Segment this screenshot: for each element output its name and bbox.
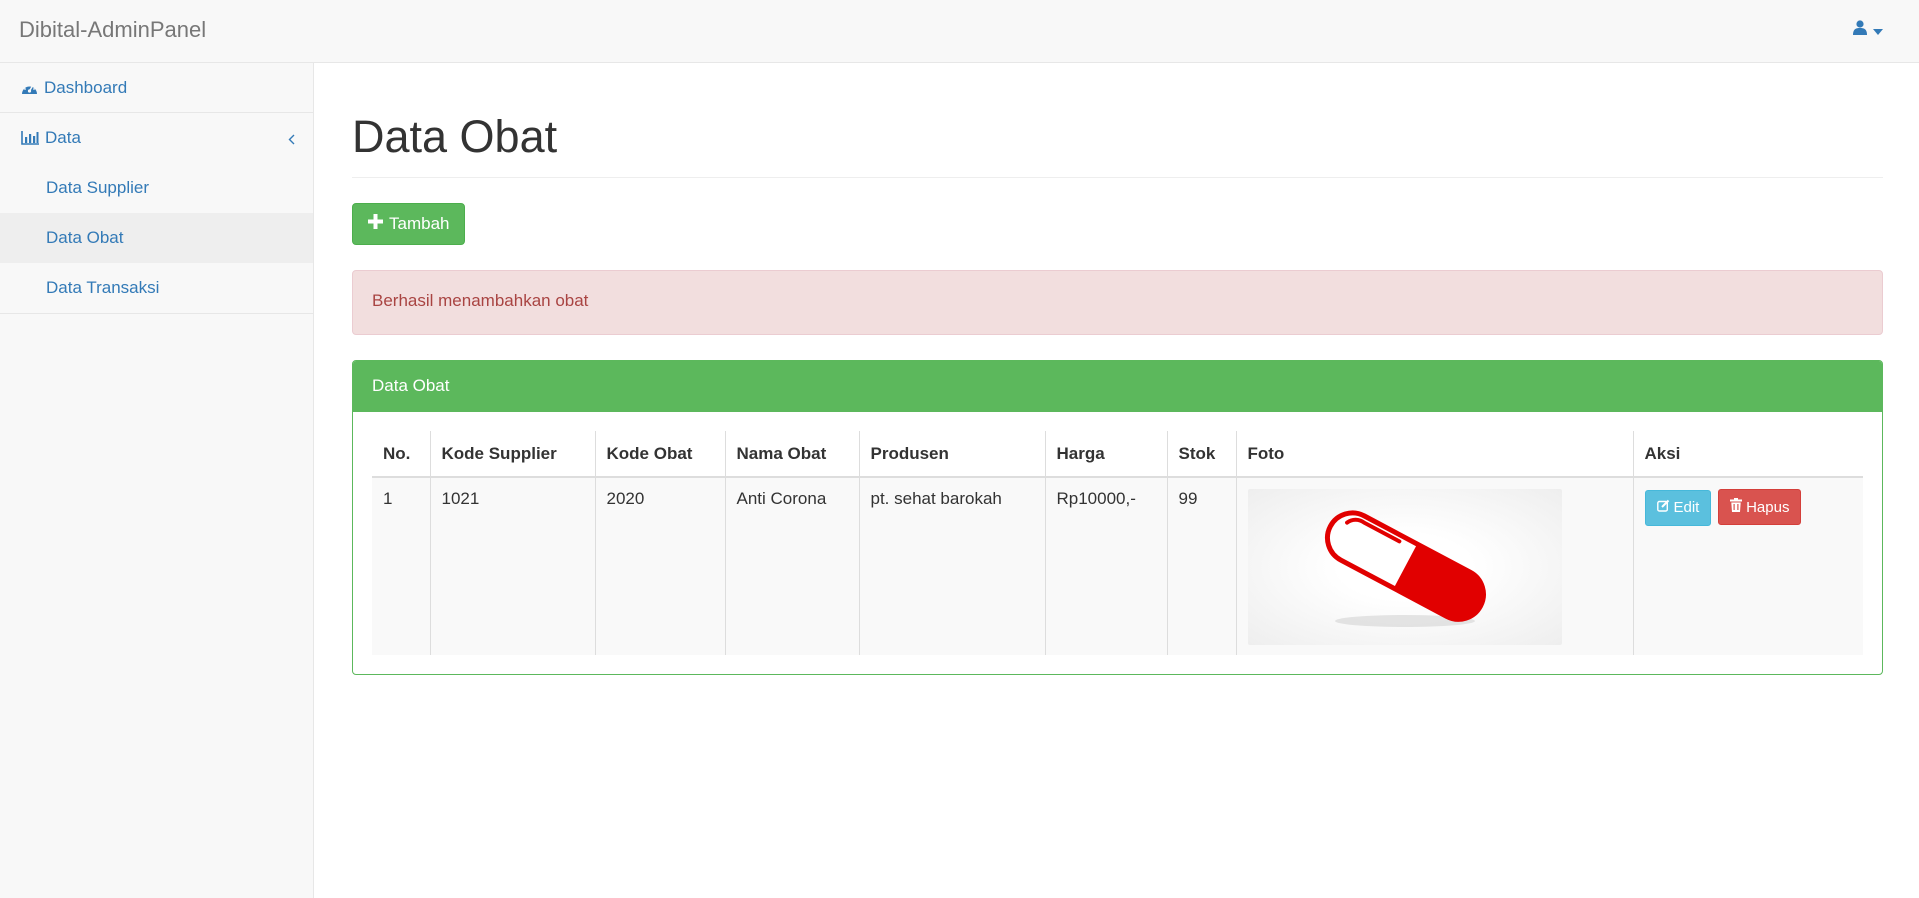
edit-icon bbox=[1656, 499, 1670, 516]
cell-kode-obat: 2020 bbox=[594, 477, 725, 655]
column-header-no: No. bbox=[372, 431, 430, 478]
column-header-aksi: Aksi bbox=[1632, 431, 1863, 478]
top-navbar: Dibital-AdminPanel bbox=[0, 0, 1919, 63]
cell-produsen: pt. sehat barokah bbox=[858, 477, 1045, 655]
sidebar-item-label: Data bbox=[45, 128, 81, 147]
sidebar-item-data-transaksi[interactable]: Data Transaksi bbox=[0, 263, 313, 313]
column-header-stok: Stok bbox=[1166, 431, 1236, 478]
cell-no: 1 bbox=[372, 477, 430, 655]
sidebar-item-data-obat[interactable]: Data Obat bbox=[0, 213, 313, 263]
sidebar-item-label: Data Supplier bbox=[46, 178, 150, 197]
sidebar-item-label: Data Transaksi bbox=[46, 278, 160, 297]
success-alert: Berhasil menambahkan obat bbox=[352, 270, 1883, 335]
column-header-kode-obat: Kode Obat bbox=[594, 431, 725, 478]
column-header-produsen: Produsen bbox=[858, 431, 1045, 478]
cell-harga: Rp10000,- bbox=[1044, 477, 1167, 655]
sidebar-submenu-data: Data Supplier Data Obat Data Transaksi bbox=[0, 163, 313, 314]
cell-foto bbox=[1235, 477, 1633, 655]
sidebar-item-data[interactable]: Data bbox=[0, 113, 313, 163]
column-header-foto: Foto bbox=[1235, 431, 1633, 478]
bar-chart-icon bbox=[21, 131, 39, 145]
sidebar-item-data-supplier[interactable]: Data Supplier bbox=[0, 163, 313, 213]
edit-button[interactable]: Edit bbox=[1644, 489, 1712, 526]
cell-stok: 99 bbox=[1166, 477, 1236, 655]
user-icon bbox=[1853, 20, 1867, 40]
table-row: 1 1021 2020 Anti Corona pt. sehat baroka… bbox=[372, 477, 1863, 655]
user-menu-dropdown[interactable] bbox=[1853, 20, 1883, 40]
dashboard-icon bbox=[21, 81, 38, 95]
brand-title[interactable]: Dibital-AdminPanel bbox=[19, 17, 206, 43]
add-button-label: Tambah bbox=[389, 214, 450, 233]
cell-aksi: Edit Hapus bbox=[1632, 477, 1863, 655]
delete-button[interactable]: Hapus bbox=[1718, 489, 1802, 525]
pill-image bbox=[1247, 489, 1562, 645]
cell-nama-obat: Anti Corona bbox=[724, 477, 859, 655]
main-content: Data Obat Tambah Berhasil menambahkan ob… bbox=[352, 63, 1883, 675]
table-header-row: No. Kode Supplier Kode Obat Nama Obat Pr… bbox=[372, 431, 1863, 478]
cell-kode-supplier: 1021 bbox=[429, 477, 595, 655]
column-header-harga: Harga bbox=[1044, 431, 1167, 478]
sidebar-item-label: Data Obat bbox=[46, 228, 124, 247]
chevron-left-icon[interactable] bbox=[288, 130, 295, 150]
page-title: Data Obat bbox=[352, 111, 1883, 178]
add-button[interactable]: Tambah bbox=[352, 203, 466, 245]
plus-icon bbox=[368, 214, 383, 234]
column-header-nama-obat: Nama Obat bbox=[724, 431, 859, 478]
panel-title: Data Obat bbox=[353, 361, 1882, 412]
sidebar-item-dashboard[interactable]: Dashboard bbox=[0, 63, 313, 113]
delete-button-label: Hapus bbox=[1746, 498, 1790, 516]
data-obat-panel: Data Obat No. Kode Supplier Kode Obat Na… bbox=[352, 360, 1883, 675]
sidebar: Dashboard Data Data Supplier Data Obat D… bbox=[0, 63, 314, 898]
trash-icon bbox=[1730, 498, 1743, 516]
sidebar-item-label: Dashboard bbox=[44, 77, 128, 97]
data-obat-table: No. Kode Supplier Kode Obat Nama Obat Pr… bbox=[372, 431, 1863, 655]
caret-down-icon bbox=[1873, 20, 1883, 40]
column-header-kode-supplier: Kode Supplier bbox=[429, 431, 595, 478]
edit-button-label: Edit bbox=[1673, 499, 1700, 516]
